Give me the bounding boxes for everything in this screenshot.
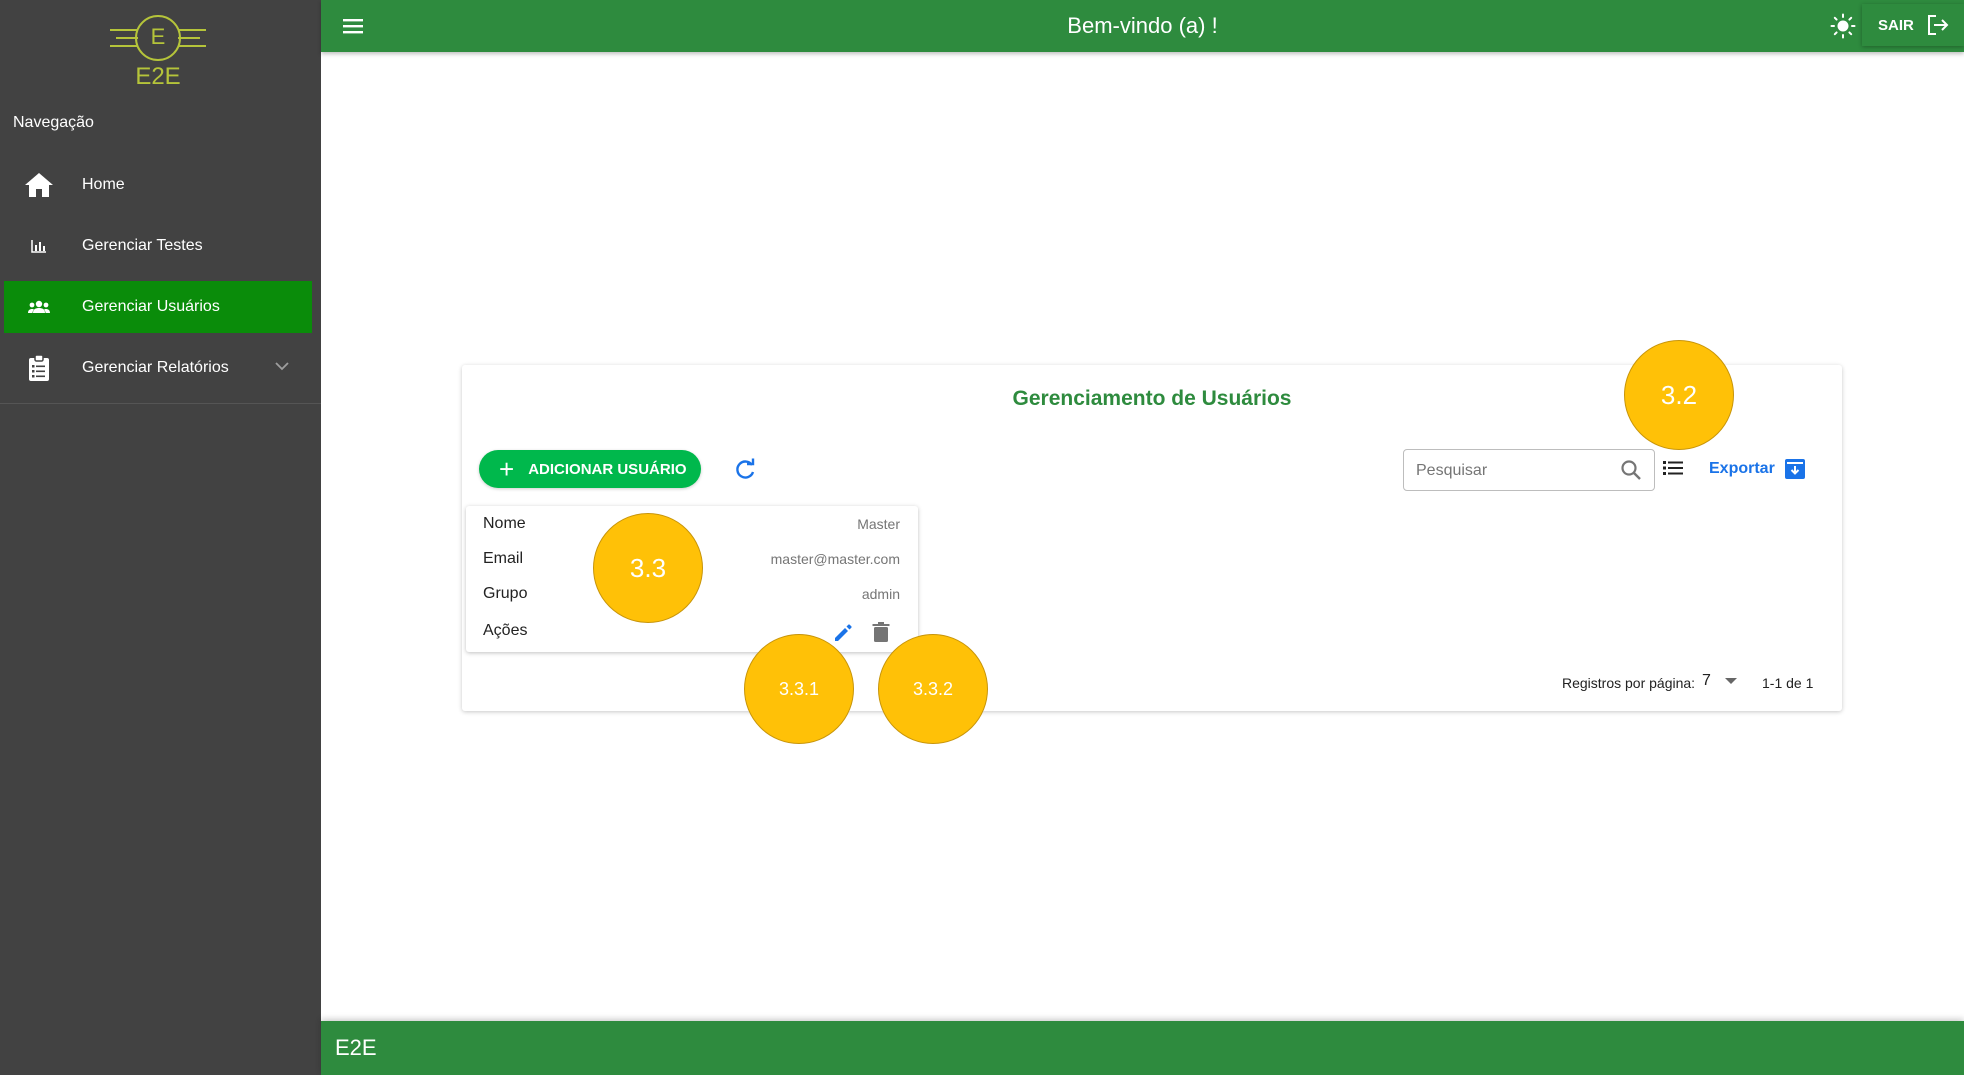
search-field[interactable] — [1403, 449, 1655, 491]
clipboard-icon — [4, 354, 74, 382]
field-label: Grupo — [483, 585, 528, 602]
marker-3-2: 3.2 — [1624, 340, 1734, 450]
logout-icon — [1927, 15, 1949, 35]
nav-heading: Navegação — [13, 114, 94, 131]
field-label: Ações — [483, 622, 528, 639]
sun-icon[interactable] — [1830, 13, 1856, 39]
sidebar-item-testes[interactable]: Gerenciar Testes — [4, 220, 312, 272]
users-icon — [4, 300, 74, 314]
logo-text: E2E — [135, 63, 181, 90]
dropdown-caret-icon — [1724, 678, 1737, 684]
logout-label: SAIR — [1878, 16, 1914, 34]
logo-letter: E — [150, 24, 166, 49]
bar-chart-icon — [4, 239, 74, 253]
plus-icon: + — [499, 454, 515, 484]
field-value: master@master.com — [770, 551, 900, 567]
search-icon[interactable] — [1620, 459, 1642, 486]
sidebar-item-home[interactable]: Home — [4, 159, 312, 211]
rows-per-page-value: 7 — [1702, 672, 1711, 689]
sidebar-item-label: Home — [82, 176, 125, 193]
sidebar: E E2E Navegação Home Gerenciar Testes Ge… — [0, 0, 321, 1075]
sidebar-item-label: Gerenciar Testes — [82, 237, 203, 254]
field-label: Email — [483, 550, 524, 567]
sidebar-item-label: Gerenciar Relatórios — [82, 359, 229, 376]
chevron-down-icon[interactable] — [274, 358, 290, 376]
sidebar-item-label: Gerenciar Usuários — [82, 298, 220, 315]
logout-button[interactable]: SAIR — [1862, 4, 1964, 46]
archive-download-icon[interactable] — [1784, 458, 1806, 480]
marker-3-3-1: 3.3.1 — [744, 634, 854, 744]
pagination-range: 1-1 de 1 — [1762, 675, 1814, 691]
field-label: Nome — [483, 515, 526, 532]
field-value: admin — [861, 586, 900, 602]
search-input[interactable] — [1416, 460, 1606, 482]
nav-divider — [0, 403, 321, 404]
top-app-bar: Bem-vindo (a) ! SAIR — [321, 0, 1964, 52]
home-icon — [4, 172, 74, 198]
footer: E2E — [321, 1021, 1964, 1075]
edit-icon[interactable] — [832, 622, 854, 649]
add-user-label: ADICIONAR USUÁRIO — [528, 460, 687, 478]
page-title: Bem-vindo (a) ! — [1067, 13, 1218, 38]
e2e-logo: E E2E — [108, 8, 208, 92]
field-value: Master — [857, 516, 900, 532]
footer-text: E2E — [335, 1035, 377, 1060]
export-link[interactable]: Exportar — [1709, 460, 1775, 478]
sidebar-item-usuarios[interactable]: Gerenciar Usuários — [4, 281, 312, 333]
rows-per-page-label: Registros por página: — [1562, 675, 1696, 691]
trash-icon[interactable] — [871, 621, 891, 648]
marker-3-3: 3.3 — [593, 513, 703, 623]
marker-3-3-2: 3.3.2 — [878, 634, 988, 744]
refresh-icon[interactable] — [732, 457, 758, 483]
list-view-icon[interactable] — [1662, 459, 1684, 482]
rows-per-page-select[interactable]: 7 — [1702, 669, 1742, 693]
sidebar-item-relatorios[interactable]: Gerenciar Relatórios — [4, 342, 312, 394]
add-user-button[interactable]: + ADICIONAR USUÁRIO — [479, 450, 701, 488]
